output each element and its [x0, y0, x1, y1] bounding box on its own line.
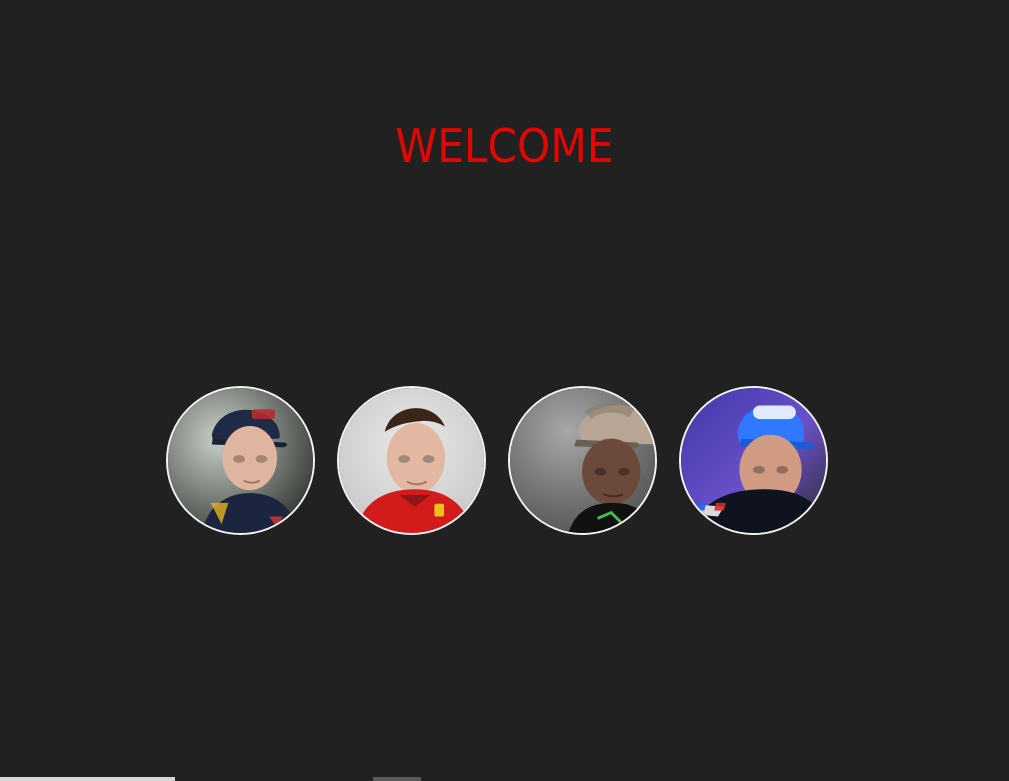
- driver-portrait-icon: [168, 388, 313, 533]
- driver-avatar-row: [166, 386, 842, 539]
- driver-portrait-icon: [339, 388, 484, 533]
- driver-avatar-1[interactable]: [166, 386, 315, 535]
- bottom-progress-marker: [373, 777, 421, 781]
- bottom-progress-bar: [0, 777, 175, 781]
- driver-avatar-4[interactable]: [679, 386, 828, 535]
- page-title: WELCOME: [395, 119, 614, 173]
- driver-portrait-icon: [510, 388, 655, 533]
- driver-portrait-icon: [681, 388, 826, 533]
- driver-avatar-2[interactable]: [337, 386, 486, 535]
- driver-avatar-3[interactable]: [508, 386, 657, 535]
